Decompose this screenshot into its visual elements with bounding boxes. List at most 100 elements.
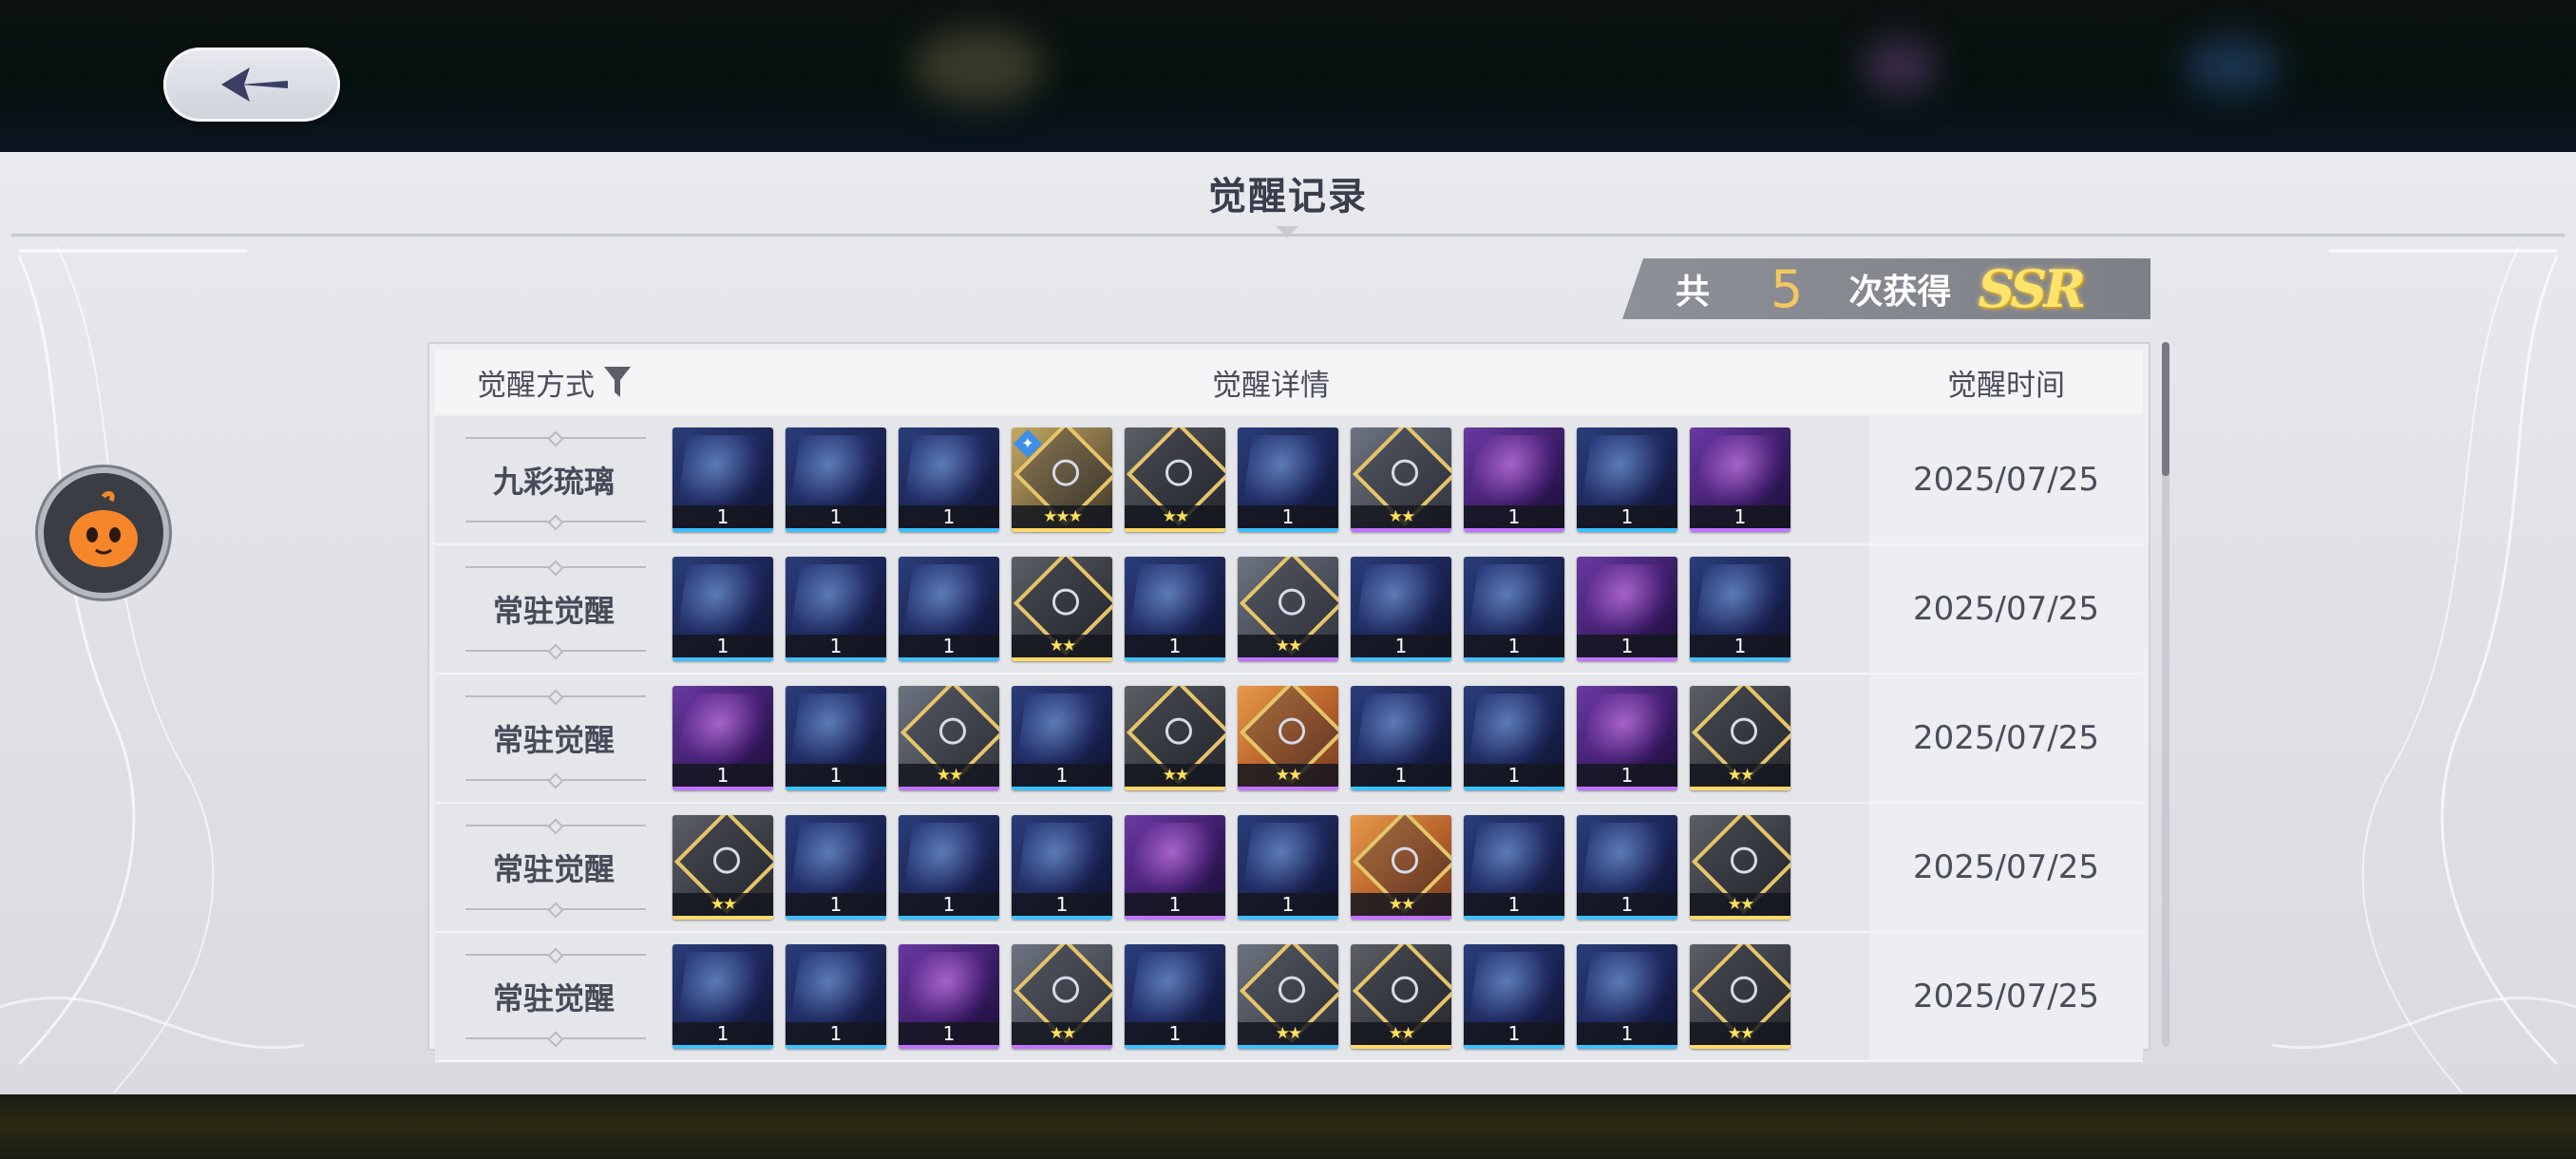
card-count: 1 — [1577, 505, 1677, 528]
reward-card[interactable]: 1 — [1351, 557, 1451, 661]
time-cell: 2025/07/25 — [1869, 416, 2143, 543]
reward-card[interactable]: ★★ — [1012, 557, 1112, 661]
reward-card[interactable]: 1 — [1125, 557, 1225, 661]
reward-card[interactable]: 1 — [786, 815, 886, 920]
reward-card[interactable]: ★★ — [1238, 944, 1338, 1049]
reward-card[interactable]: 1 — [1464, 815, 1564, 920]
reward-card[interactable]: 1 — [1577, 428, 1677, 532]
reward-card[interactable]: ★★ — [1125, 686, 1225, 790]
shikigami-art-icon — [789, 435, 882, 509]
ssr-summary-banner: 共 5 次获得 SSR — [1622, 258, 2150, 319]
reward-card[interactable]: 1 — [899, 815, 999, 920]
reward-card[interactable]: 1 — [899, 557, 999, 661]
reward-card[interactable]: ★★ — [1690, 944, 1790, 1049]
star-rating: ★★ — [1238, 635, 1338, 657]
table-row[interactable]: 常驻觉醒 ★★ 1 1 1 1 1 ★★ 1 1 ★★ 2025/07/25 — [435, 804, 2143, 933]
table-scrollbar[interactable] — [2162, 342, 2169, 1047]
reward-card[interactable]: ★★ — [1351, 944, 1451, 1049]
reward-card[interactable]: ★★ — [1690, 686, 1790, 790]
reward-card[interactable]: 1 — [1238, 428, 1338, 532]
reward-card[interactable]: 1 — [1125, 815, 1225, 920]
reward-card[interactable]: 1 — [1464, 686, 1564, 790]
method-divider-bottom — [465, 1037, 646, 1039]
method-label: 常驻觉醒 — [492, 980, 615, 1016]
header-time: 觉醒时间 — [1947, 368, 2065, 403]
scrollbar-thumb[interactable] — [2162, 342, 2169, 476]
header-method: 觉醒方式 — [435, 361, 672, 404]
summary-prefix: 共 — [1676, 273, 1711, 312]
table-row[interactable]: 九彩琉璃 1 1 1 ✦ ★★★ ★★ 1 ★★ 1 1 1 2025/07/25 — [435, 416, 2143, 545]
reward-card[interactable]: ✦ ★★★ — [1012, 428, 1112, 532]
reward-card[interactable]: 1 — [672, 944, 773, 1049]
reward-card[interactable]: 1 — [1464, 428, 1564, 532]
back-button[interactable] — [163, 48, 340, 122]
awakening-table: 觉醒方式 觉醒详情 觉醒时间 九彩琉璃 1 1 1 ✦ ★★★ ★★ 1 ★★ 1 1 1 2025/0… — [427, 342, 2150, 1062]
reward-card[interactable]: 1 — [1351, 686, 1451, 790]
card-count: 1 — [786, 635, 886, 657]
reward-card[interactable]: 1 — [1012, 686, 1112, 790]
top-background — [0, 0, 2576, 152]
shikigami-art-icon — [1468, 952, 1561, 1026]
shikigami-art-icon — [1015, 823, 1108, 897]
shikigami-art-icon — [789, 694, 882, 768]
shikigami-art-icon — [676, 435, 769, 509]
table-row[interactable]: 常驻觉醒 1 1 1 ★★ 1 ★★ 1 1 1 1 2025/07/25 — [435, 545, 2143, 674]
reward-card[interactable]: 1 — [786, 428, 886, 532]
method-label: 常驻觉醒 — [492, 851, 615, 887]
card-count: 1 — [899, 505, 999, 528]
method-divider-bottom — [465, 779, 646, 781]
reward-card[interactable]: ★★ — [899, 686, 999, 790]
star-rating: ★★ — [1690, 893, 1790, 916]
shikigami-art-icon — [1354, 564, 1448, 638]
card-count: 1 — [899, 635, 999, 657]
reward-card[interactable]: ★★ — [1351, 815, 1451, 920]
table-body[interactable]: 九彩琉璃 1 1 1 ✦ ★★★ ★★ 1 ★★ 1 1 1 2025/07/25 常驻觉醒 1 1 1 ★★ 1 ★… — [435, 416, 2143, 1062]
reward-card[interactable]: 1 — [1125, 944, 1225, 1049]
reward-card[interactable]: 1 — [1577, 815, 1677, 920]
card-count: 1 — [672, 505, 773, 528]
reward-card[interactable]: ★★ — [1238, 557, 1338, 661]
reward-card[interactable]: ★★ — [672, 815, 773, 920]
reward-card[interactable]: 1 — [786, 686, 886, 790]
card-count: 1 — [1351, 764, 1451, 787]
reward-card[interactable]: 1 — [1464, 557, 1564, 661]
reward-card[interactable]: 1 — [672, 686, 773, 790]
reward-card[interactable]: 1 — [1577, 944, 1677, 1049]
reward-card[interactable]: 1 — [786, 557, 886, 661]
filter-funnel-icon[interactable] — [604, 367, 631, 397]
reward-card[interactable]: 1 — [899, 428, 999, 532]
reward-card[interactable]: ★★ — [1238, 686, 1338, 790]
reward-card[interactable]: ★★ — [1351, 428, 1451, 532]
reward-card[interactable]: 1 — [899, 944, 999, 1049]
shikigami-art-icon — [1354, 694, 1448, 768]
pumpkin-mascot-icon — [69, 491, 138, 567]
reward-card[interactable]: 1 — [672, 557, 773, 661]
reward-card[interactable]: 1 — [1238, 815, 1338, 920]
reward-card[interactable]: 1 — [1012, 815, 1112, 920]
table-row[interactable]: 常驻觉醒 1 1 1 ★★ 1 ★★ ★★ 1 1 ★★ 2025/07/25 — [435, 933, 2143, 1062]
star-rating: ★★ — [1125, 505, 1225, 528]
shikigami-art-icon — [676, 952, 769, 1026]
shikigami-art-icon — [1128, 823, 1222, 897]
shikigami-art-icon — [1581, 823, 1674, 897]
card-count: 1 — [1464, 635, 1564, 657]
reward-card[interactable]: ★★ — [1690, 815, 1790, 920]
reward-card[interactable]: 1 — [1577, 557, 1677, 661]
reward-card[interactable]: 1 — [1577, 686, 1677, 790]
mascot-avatar-button[interactable] — [38, 467, 169, 598]
table-row[interactable]: 常驻觉醒 1 1 ★★ 1 ★★ ★★ 1 1 1 ★★ 2025/07/25 — [435, 674, 2143, 804]
method-label: 常驻觉醒 — [492, 722, 615, 758]
method-cell: 常驻觉醒 — [435, 933, 672, 1060]
card-count: 1 — [1012, 893, 1112, 916]
reward-card[interactable]: 1 — [1690, 428, 1790, 532]
card-count: 1 — [1577, 1022, 1677, 1045]
reward-card[interactable]: 1 — [786, 944, 886, 1049]
reward-card[interactable]: ★★ — [1125, 428, 1225, 532]
reward-card[interactable]: 1 — [672, 428, 773, 532]
reward-card[interactable]: ★★ — [1012, 944, 1112, 1049]
reward-card[interactable]: 1 — [1464, 944, 1564, 1049]
method-divider-top — [465, 437, 646, 439]
card-list: 1 1 1 ✦ ★★★ ★★ 1 ★★ 1 1 1 — [672, 428, 1869, 532]
bottom-background — [0, 1094, 2576, 1159]
reward-card[interactable]: 1 — [1690, 557, 1790, 661]
